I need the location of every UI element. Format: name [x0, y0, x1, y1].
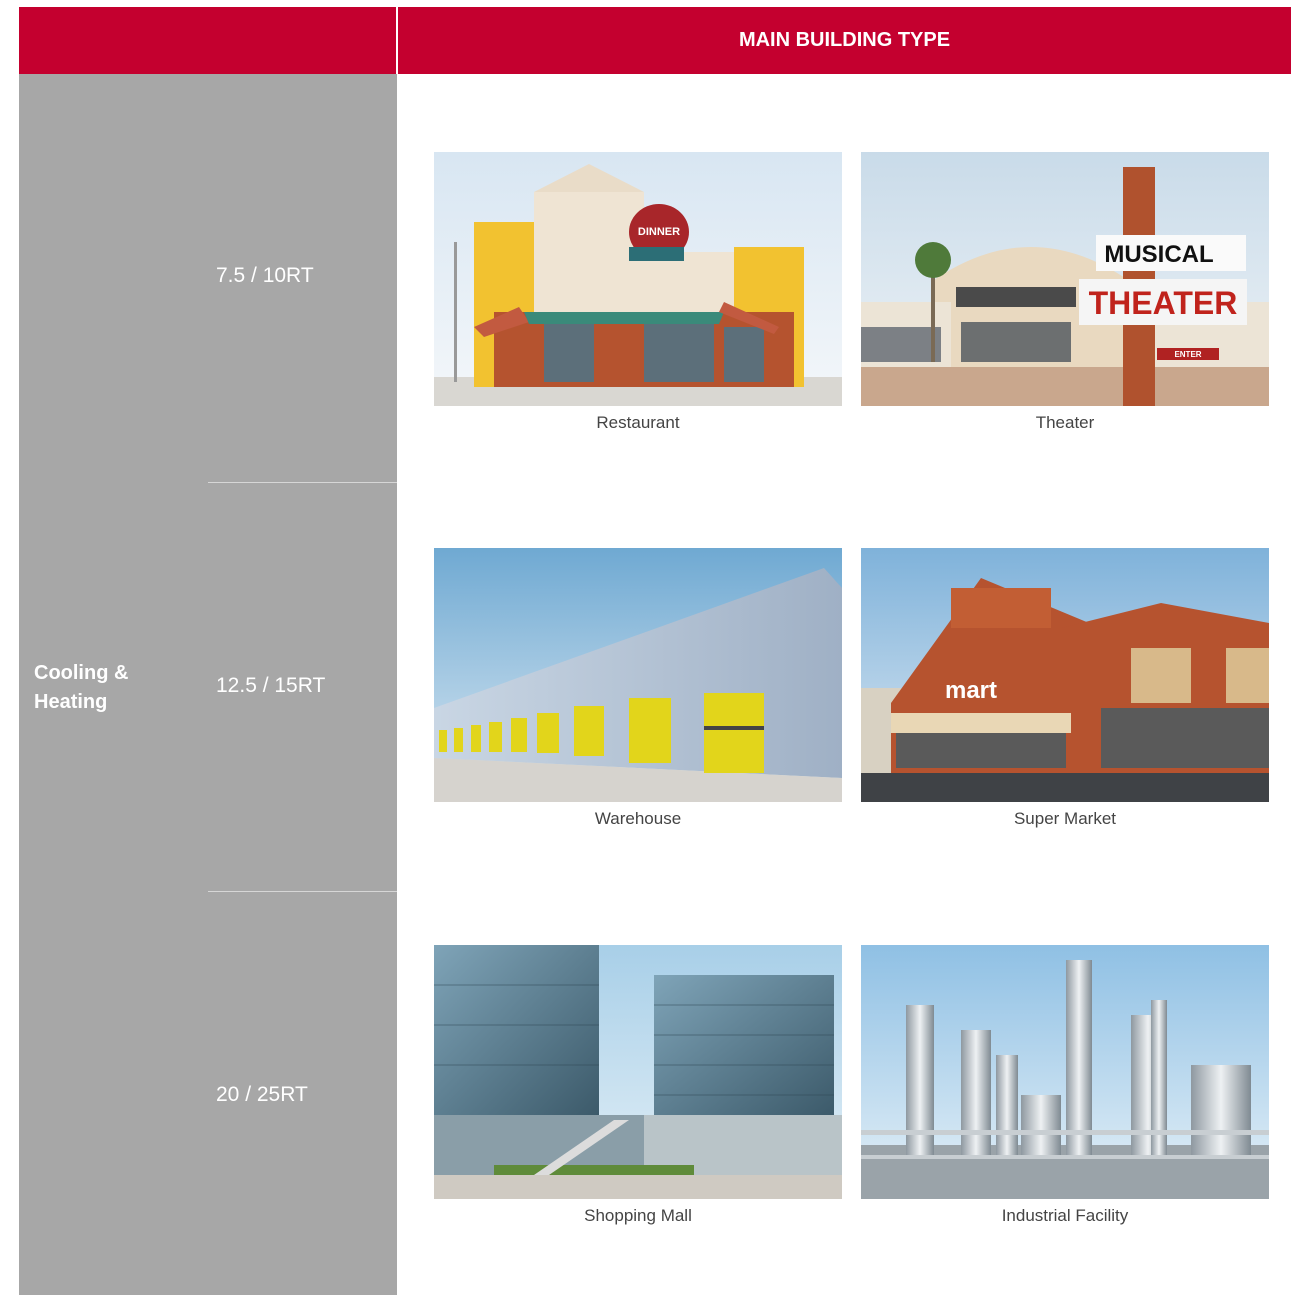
capacity-12-5-15rt: 12.5 / 15RT	[216, 674, 326, 697]
building-tile-mall: Shopping Mall	[434, 945, 842, 1226]
warehouse-image	[434, 548, 842, 802]
dinner-sign: DINNER	[638, 226, 680, 238]
table-header: MAIN BUILDING TYPE	[19, 7, 1291, 74]
industrial-image	[861, 945, 1269, 1199]
building-label-industrial: Industrial Facility	[1001, 1206, 1129, 1225]
musical-sign: MUSICAL	[1104, 241, 1213, 268]
capacity-7-5-10rt: 7.5 / 10RT	[216, 264, 314, 287]
mart-sign: mart	[945, 677, 997, 704]
row-divider	[208, 482, 397, 483]
building-tile-supermarket: mart Super Market	[861, 548, 1269, 829]
category-label: Cooling & Heating	[34, 662, 129, 713]
building-tile-industrial: Industrial Facility	[861, 945, 1269, 1226]
restaurant-image: DINNER	[434, 152, 842, 406]
building-label-mall: Shopping Mall	[584, 1206, 692, 1225]
theater-image: MUSICAL THEATER ENTER	[861, 152, 1269, 406]
building-tile-theater: MUSICAL THEATER ENTER Theater	[861, 152, 1269, 433]
building-label-theater: Theater	[1035, 413, 1095, 432]
category-column: Cooling & Heating 7.5 / 10RT 12.5 / 15RT…	[19, 74, 397, 1295]
capacity-20-25rt: 20 / 25RT	[216, 1083, 308, 1106]
theater-sign: THEATER	[1089, 285, 1238, 321]
row-divider	[208, 891, 397, 892]
header-title: MAIN BUILDING TYPE	[398, 7, 1291, 74]
building-label-restaurant: Restaurant	[596, 413, 680, 432]
building-label-supermarket: Super Market	[1013, 809, 1117, 828]
building-label-warehouse: Warehouse	[594, 809, 682, 828]
building-tile-warehouse: Warehouse	[434, 548, 842, 829]
header-blank-cell	[19, 7, 396, 74]
supermarket-image: mart	[861, 548, 1269, 802]
mall-image	[434, 945, 842, 1199]
enter-sign: ENTER	[1174, 350, 1201, 359]
building-tile-restaurant: DINNER Restaurant	[434, 152, 842, 433]
